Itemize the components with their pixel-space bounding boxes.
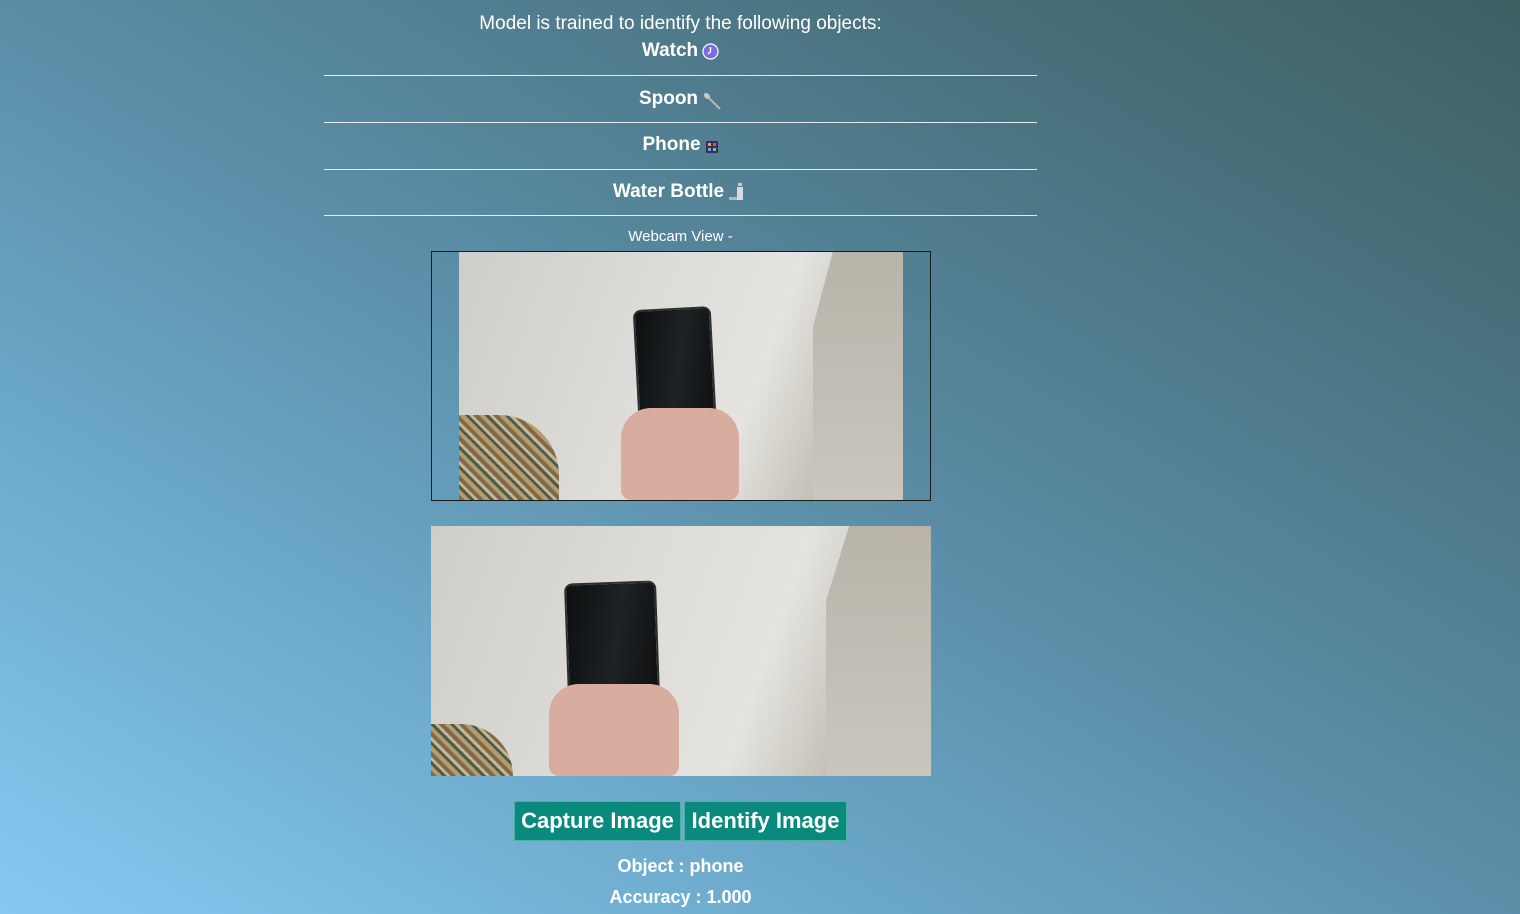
phone-icon	[705, 138, 719, 153]
object-item-phone: Phone	[324, 122, 1037, 168]
object-item-water-bottle: Water Bottle	[324, 169, 1037, 215]
object-item-spoon: Spoon	[324, 76, 1037, 122]
water-bottle-icon	[728, 182, 748, 202]
webcam-view	[431, 251, 931, 501]
watch-icon	[702, 42, 719, 60]
webcam-label: Webcam View -	[628, 228, 733, 245]
identify-image-button[interactable]: Identify Image	[684, 801, 847, 841]
result-accuracy: Accuracy : 1.000	[609, 887, 752, 907]
spoon-icon	[702, 91, 722, 110]
object-label-spoon: Spoon	[638, 88, 699, 109]
capture-image-button[interactable]: Capture Image	[514, 801, 681, 841]
object-label-water-bottle: Water Bottle	[612, 181, 725, 202]
object-label-watch: Watch	[641, 40, 699, 61]
object-label-phone: Phone	[642, 134, 701, 155]
object-item-watch: Watch	[324, 28, 1037, 74]
divider	[324, 215, 1037, 216]
webcam-feed	[459, 252, 903, 500]
result-object: Object : phone	[617, 856, 744, 876]
captured-image	[431, 526, 931, 776]
